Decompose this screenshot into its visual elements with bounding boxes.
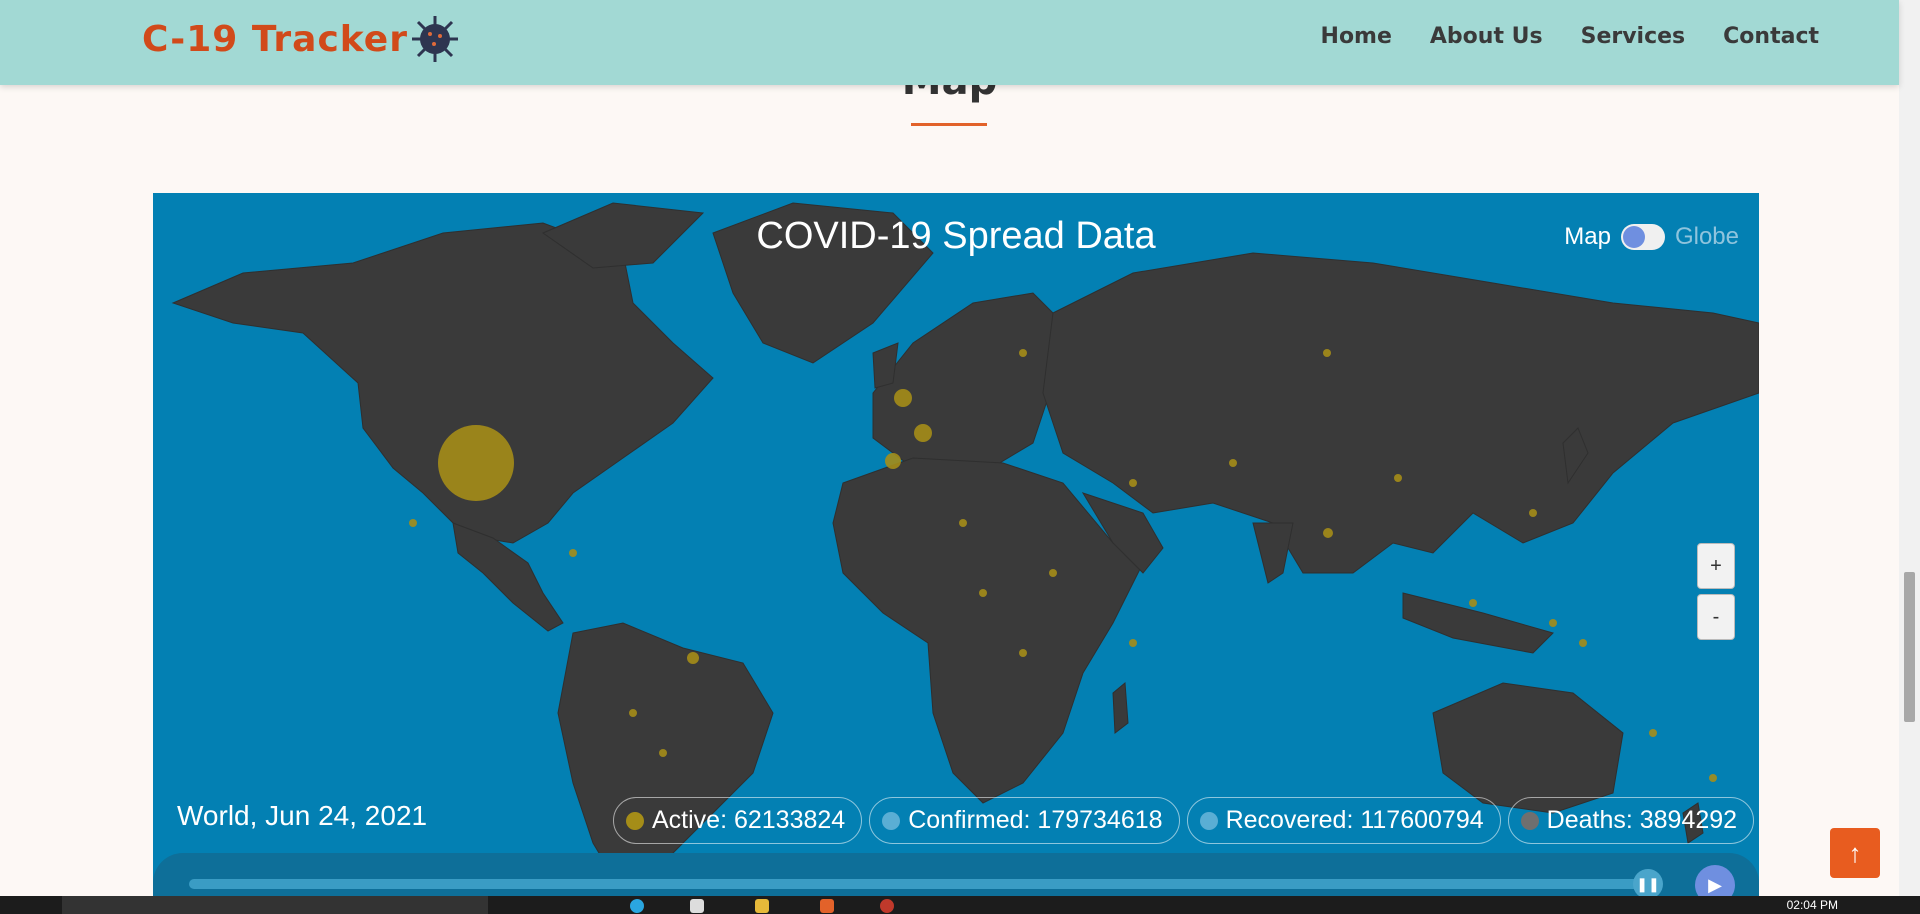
nav-services[interactable]: Services	[1581, 24, 1686, 49]
app-icon[interactable]	[690, 899, 704, 913]
scrollbar-thumb[interactable]	[1904, 572, 1915, 722]
scroll-to-top-button[interactable]: ↑	[1830, 828, 1880, 878]
logo[interactable]: C-19 Tracker	[142, 14, 460, 64]
stat-recovered-label: Recovered: 117600794	[1225, 806, 1484, 834]
timeline-slider[interactable]	[189, 879, 1649, 889]
main-nav: Home About Us Services Contact	[1321, 24, 1819, 49]
recovered-dot-icon	[1199, 811, 1218, 830]
map-title: COVID-19 Spread Data	[756, 215, 1156, 257]
toggle-label-map[interactable]: Map	[1564, 223, 1611, 251]
map-globe-switch[interactable]	[1620, 224, 1665, 250]
folder-icon[interactable]	[755, 899, 769, 913]
deaths-dot-icon	[1520, 811, 1539, 830]
title-underline	[911, 123, 987, 126]
stat-deaths-label: Deaths: 3894292	[1546, 806, 1738, 834]
covid-map[interactable]: COVID-19 Spread Data Map Globe + - World…	[153, 193, 1759, 914]
nav-contact[interactable]: Contact	[1723, 24, 1819, 49]
page-scrollbar[interactable]	[1899, 0, 1920, 896]
app-icon-3[interactable]	[880, 899, 894, 913]
stats-bar: Active: 62133824 Confirmed: 179734618 Re…	[613, 797, 1755, 844]
stat-confirmed-label: Confirmed: 179734618	[908, 806, 1163, 834]
location-date: World, Jun 24, 2021	[177, 800, 428, 831]
active-dot-icon	[626, 811, 644, 830]
confirmed-dot-icon	[882, 811, 901, 830]
stat-active[interactable]: Active: 62133824	[613, 797, 863, 844]
os-taskbar: 02:04 PM	[0, 896, 1920, 914]
taskbar-clock: 02:04 PM	[1786, 898, 1838, 912]
stat-active-label: Active: 62133824	[652, 806, 846, 834]
view-toggle: Map Globe	[1564, 223, 1739, 251]
browser-icon[interactable]	[630, 899, 644, 913]
stat-confirmed[interactable]: Confirmed: 179734618	[869, 797, 1180, 844]
app-icon-2[interactable]	[820, 899, 834, 913]
toggle-label-globe[interactable]: Globe	[1675, 223, 1739, 251]
zoom-out-button[interactable]: -	[1697, 594, 1735, 640]
zoom-in-button[interactable]: +	[1697, 543, 1735, 589]
arrow-up-icon: ↑	[1848, 838, 1862, 868]
virus-icon	[411, 16, 458, 62]
stat-recovered[interactable]: Recovered: 117600794	[1186, 797, 1501, 844]
switch-knob	[1622, 226, 1645, 248]
logo-text: C-19 Tracker	[142, 18, 408, 60]
pause-icon[interactable]: ❚❚	[1633, 869, 1663, 899]
site-header: C-19 Tracker Home About Us Services Cont…	[0, 0, 1899, 85]
stat-deaths[interactable]: Deaths: 3894292	[1507, 797, 1755, 844]
nav-about-us[interactable]: About Us	[1430, 24, 1543, 49]
nav-home[interactable]: Home	[1321, 24, 1392, 49]
taskbar-search[interactable]	[62, 896, 488, 914]
